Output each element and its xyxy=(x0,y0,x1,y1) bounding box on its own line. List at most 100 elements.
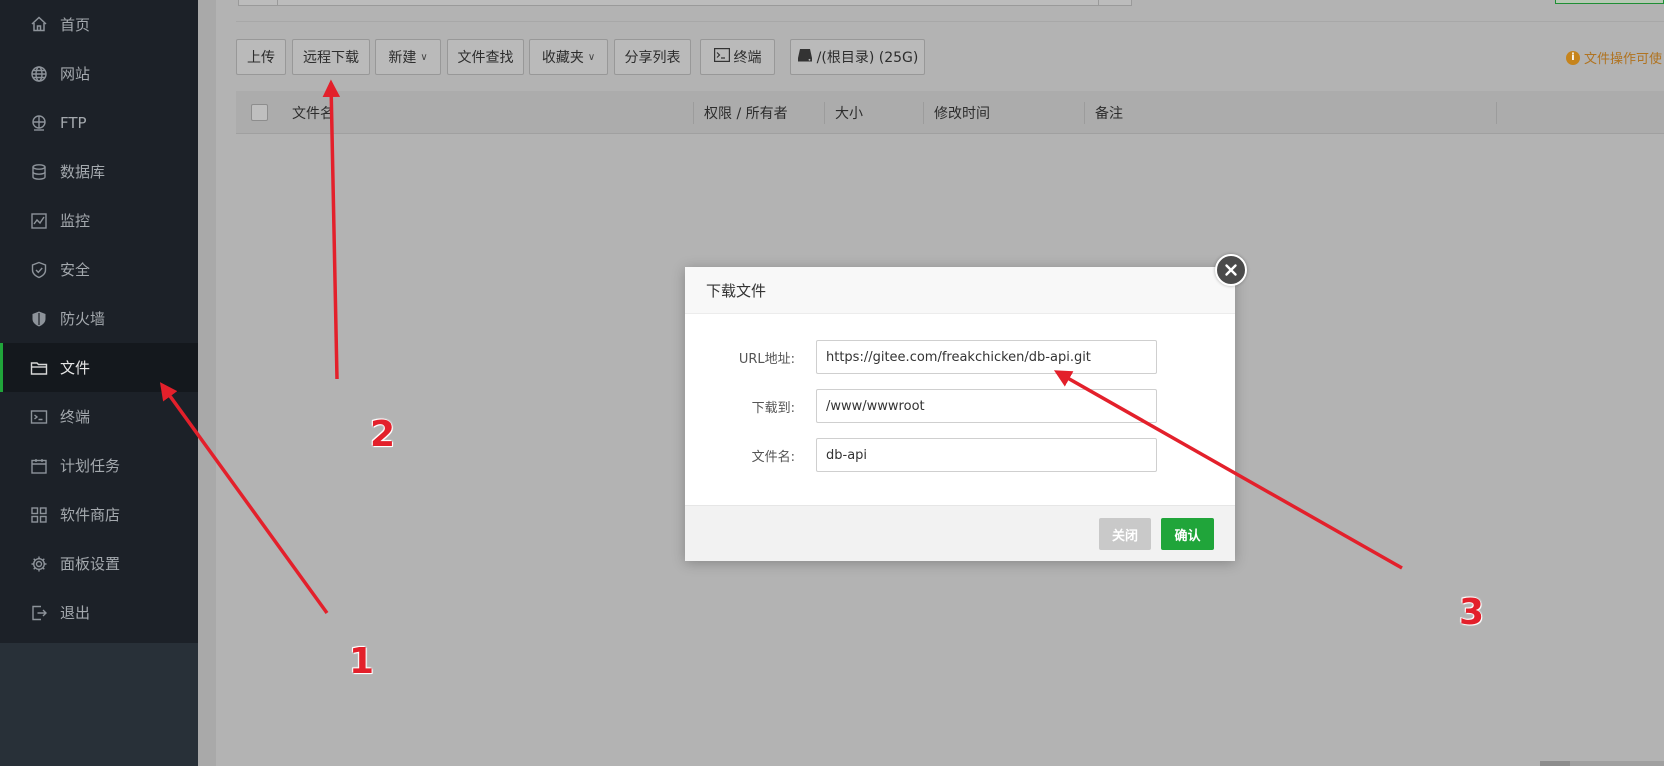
chevron-down-icon: ∨ xyxy=(420,51,428,63)
file-operation-notice: i 文件操作可使 xyxy=(1566,48,1662,67)
sidebar: 首页 网站 FTP 数据库 监控 安全 防火墙 文件 终端 计划任务 软件商店 … xyxy=(0,0,198,766)
share-list-button-label: 分享列表 xyxy=(624,50,681,66)
column-divider xyxy=(1084,102,1085,124)
folder-icon xyxy=(30,359,48,377)
path-bar[interactable] xyxy=(238,0,1132,6)
upload-button-label: 上传 xyxy=(247,50,275,66)
url-label: URL地址: xyxy=(738,351,795,367)
info-icon: i xyxy=(1566,50,1580,65)
dialog-header: 下载文件 xyxy=(685,267,1235,314)
sidebar-item-security[interactable]: 安全 xyxy=(0,245,198,294)
sidebar-item-logout[interactable]: 退出 xyxy=(0,588,198,637)
favorites-dropdown-button[interactable]: 收藏夹 ∨ xyxy=(529,39,608,75)
select-all-checkbox[interactable] xyxy=(251,104,268,121)
firewall-icon xyxy=(30,310,48,328)
apps-icon xyxy=(30,506,48,524)
favorites-button-label: 收藏夹 xyxy=(541,50,584,66)
sidebar-item-label: 面板设置 xyxy=(60,555,121,573)
destination-input[interactable] xyxy=(816,389,1157,423)
step-number-3: 3 xyxy=(1459,592,1485,633)
sidebar-item-settings[interactable]: 面板设置 xyxy=(0,539,198,588)
dialog-close-button[interactable] xyxy=(1215,254,1247,286)
sidebar-item-label: 软件商店 xyxy=(60,506,121,524)
globe-icon xyxy=(30,65,48,83)
new-dropdown-button[interactable]: 新建 ∨ xyxy=(375,39,441,75)
share-list-button[interactable]: 分享列表 xyxy=(614,39,691,75)
column-divider xyxy=(923,102,924,124)
url-row: URL地址: xyxy=(685,340,1235,374)
sidebar-item-label: 退出 xyxy=(60,604,91,622)
download-file-dialog: 下载文件 URL地址: 下载到: 文件名: 关闭 确认 xyxy=(685,267,1235,561)
step-number-2: 2 xyxy=(370,414,396,455)
remote-download-button[interactable]: 远程下载 xyxy=(292,39,370,75)
sidebar-menu: 首页 网站 FTP 数据库 监控 安全 防火墙 文件 终端 计划任务 软件商店 … xyxy=(0,0,198,643)
sidebar-item-monitor[interactable]: 监控 xyxy=(0,196,198,245)
filename-label: 文件名: xyxy=(751,449,795,465)
url-input[interactable] xyxy=(816,340,1157,374)
sidebar-item-label: FTP xyxy=(60,113,87,132)
sidebar-item-database[interactable]: 数据库 xyxy=(0,147,198,196)
column-divider xyxy=(693,102,694,124)
gear-icon xyxy=(30,555,48,573)
column-modified[interactable]: 修改时间 xyxy=(934,91,990,134)
chevron-down-icon: ∨ xyxy=(587,51,596,63)
upload-button[interactable]: 上传 xyxy=(236,39,286,75)
terminal-icon xyxy=(30,408,48,426)
database-icon xyxy=(30,163,48,181)
sidebar-item-cron[interactable]: 计划任务 xyxy=(0,441,198,490)
column-divider xyxy=(1496,102,1497,124)
confirm-button[interactable]: 确认 xyxy=(1161,518,1214,550)
green-button-edge[interactable] xyxy=(1555,0,1664,4)
sidebar-item-label: 文件 xyxy=(60,359,91,377)
sidebar-item-files[interactable]: 文件 xyxy=(0,343,198,392)
new-button-label: 新建 xyxy=(388,50,417,66)
logout-icon xyxy=(30,604,48,622)
sidebar-item-terminal[interactable]: 终端 xyxy=(0,392,198,441)
terminal-button[interactable]: 终端 xyxy=(700,39,775,75)
sidebar-item-label: 终端 xyxy=(60,408,91,426)
sidebar-item-label: 计划任务 xyxy=(60,457,121,475)
sidebar-item-label: 安全 xyxy=(60,261,91,279)
ftp-icon xyxy=(30,114,48,132)
destination-row: 下载到: xyxy=(685,389,1235,423)
notice-text: 文件操作可使 xyxy=(1584,52,1663,67)
shield-icon xyxy=(30,261,48,279)
file-table-header: 文件名 权限 / 所有者 大小 修改时间 备注 xyxy=(236,91,1664,134)
close-button[interactable]: 关闭 xyxy=(1099,518,1151,550)
file-search-button-label: 文件查找 xyxy=(457,50,514,66)
home-icon xyxy=(30,15,48,33)
sidebar-item-website[interactable]: 网站 xyxy=(0,49,198,98)
filename-row: 文件名: xyxy=(685,438,1235,472)
disk-button-label: /(根目录) (25G) xyxy=(816,50,919,66)
sidebar-item-firewall[interactable]: 防火墙 xyxy=(0,294,198,343)
column-size[interactable]: 大小 xyxy=(835,91,863,134)
sidebar-item-label: 首页 xyxy=(60,15,91,34)
dialog-title: 下载文件 xyxy=(706,281,767,300)
file-search-button[interactable]: 文件查找 xyxy=(447,39,524,75)
close-icon xyxy=(1224,263,1238,277)
destination-label: 下载到: xyxy=(751,400,795,416)
sidebar-item-label: 防火墙 xyxy=(60,310,106,328)
horizontal-scrollbar[interactable] xyxy=(1540,761,1664,766)
remote-download-button-label: 远程下载 xyxy=(303,50,359,66)
sidebar-item-ftp[interactable]: FTP xyxy=(0,98,198,147)
sidebar-item-label: 监控 xyxy=(60,212,91,230)
calendar-icon xyxy=(30,457,48,475)
terminal-icon xyxy=(713,48,730,66)
sidebar-item-home[interactable]: 首页 xyxy=(0,0,198,48)
dialog-footer: 关闭 确认 xyxy=(685,505,1235,561)
terminal-button-label: 终端 xyxy=(733,50,762,66)
column-filename[interactable]: 文件名 xyxy=(292,91,334,134)
disk-icon xyxy=(797,48,813,66)
monitor-icon xyxy=(30,212,48,230)
divider xyxy=(236,21,1664,22)
column-permission[interactable]: 权限 / 所有者 xyxy=(704,91,788,134)
filename-input[interactable] xyxy=(816,438,1157,472)
sidebar-item-app-store[interactable]: 软件商店 xyxy=(0,490,198,539)
sidebar-item-label: 网站 xyxy=(60,65,91,83)
disk-button[interactable]: /(根目录) (25G) xyxy=(790,39,925,75)
column-remark[interactable]: 备注 xyxy=(1095,91,1123,134)
content-gutter xyxy=(198,0,216,766)
step-number-1: 1 xyxy=(349,641,375,682)
column-divider xyxy=(824,102,825,124)
